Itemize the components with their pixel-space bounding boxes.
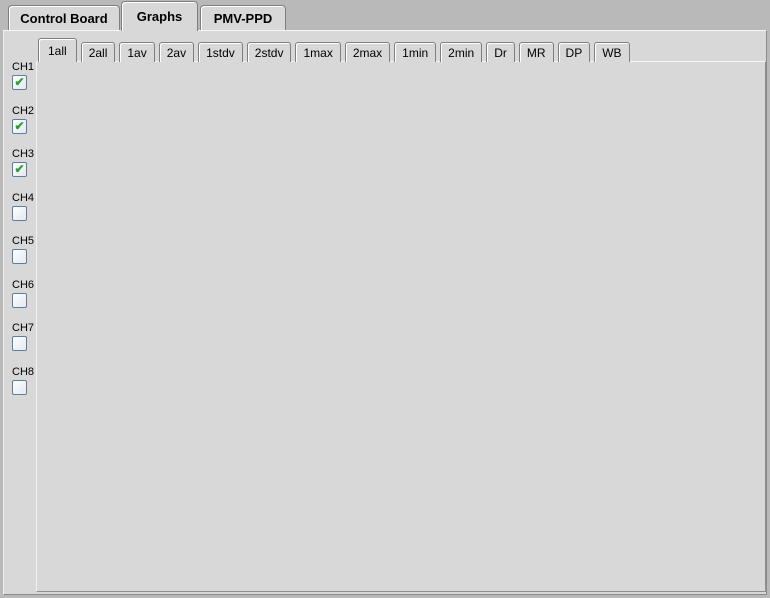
tab-control-board[interactable]: Control Board	[8, 5, 120, 30]
subtab-1all[interactable]: 1all	[38, 38, 77, 62]
subtab-1all-label: 1all	[48, 44, 67, 58]
subtab-1min-label: 1min	[402, 46, 428, 60]
channel-checkbox-ch3[interactable]: ✔	[12, 162, 27, 177]
channel-checkbox-ch5[interactable]	[12, 249, 27, 264]
subtab-dp[interactable]: DP	[558, 42, 591, 62]
subtab-2av-label: 2av	[167, 46, 186, 60]
tab-pmv-ppd-label: PMV-PPD	[214, 11, 273, 26]
subtab-2stdv-label: 2stdv	[255, 46, 284, 60]
tab-graphs[interactable]: Graphs	[121, 1, 198, 31]
subtab-2max[interactable]: 2max	[345, 42, 390, 62]
subtab-1av-label: 1av	[127, 46, 146, 60]
app-window: Control Board Graphs PMV-PPD CH1 ✔ CH2 ✔…	[0, 0, 770, 598]
subtab-dr[interactable]: Dr	[486, 42, 515, 62]
check-icon: ✔	[14, 162, 24, 176]
subtab-1max[interactable]: 1max	[295, 42, 340, 62]
graph-sub-tab-page	[36, 61, 766, 592]
subtab-1av[interactable]: 1av	[119, 42, 154, 62]
subtab-dp-label: DP	[566, 46, 583, 60]
subtab-wb[interactable]: WB	[594, 42, 629, 62]
channel-checkbox-ch6[interactable]	[12, 293, 27, 308]
tab-control-board-label: Control Board	[20, 11, 107, 26]
subtab-2all-label: 2all	[89, 46, 108, 60]
subtab-wb-label: WB	[602, 46, 621, 60]
subtab-1stdv[interactable]: 1stdv	[198, 42, 243, 62]
check-icon: ✔	[14, 119, 24, 133]
channel-checkbox-ch1[interactable]: ✔	[12, 75, 27, 90]
subtab-1stdv-label: 1stdv	[206, 46, 235, 60]
check-icon: ✔	[14, 75, 24, 89]
subtab-2all[interactable]: 2all	[81, 42, 116, 62]
tab-graphs-label: Graphs	[137, 9, 183, 24]
channel-checkbox-ch4[interactable]	[12, 206, 27, 221]
subtab-mr[interactable]: MR	[519, 42, 554, 62]
tab-pmv-ppd[interactable]: PMV-PPD	[200, 5, 286, 30]
subtab-mr-label: MR	[527, 46, 546, 60]
subtab-2stdv[interactable]: 2stdv	[247, 42, 292, 62]
subtab-2max-label: 2max	[353, 46, 382, 60]
subtab-dr-label: Dr	[494, 46, 507, 60]
channel-checkbox-ch2[interactable]: ✔	[12, 119, 27, 134]
subtab-2av[interactable]: 2av	[159, 42, 194, 62]
channel-checkbox-ch7[interactable]	[12, 336, 27, 351]
subtab-1max-label: 1max	[303, 46, 332, 60]
subtab-2min[interactable]: 2min	[440, 42, 482, 62]
channel-checkbox-ch8[interactable]	[12, 380, 27, 395]
subtab-2min-label: 2min	[448, 46, 474, 60]
graph-sub-tab-bar: 1all 2all 1av 2av 1stdv 2stdv 1max 2max …	[38, 38, 630, 62]
subtab-1min[interactable]: 1min	[394, 42, 436, 62]
